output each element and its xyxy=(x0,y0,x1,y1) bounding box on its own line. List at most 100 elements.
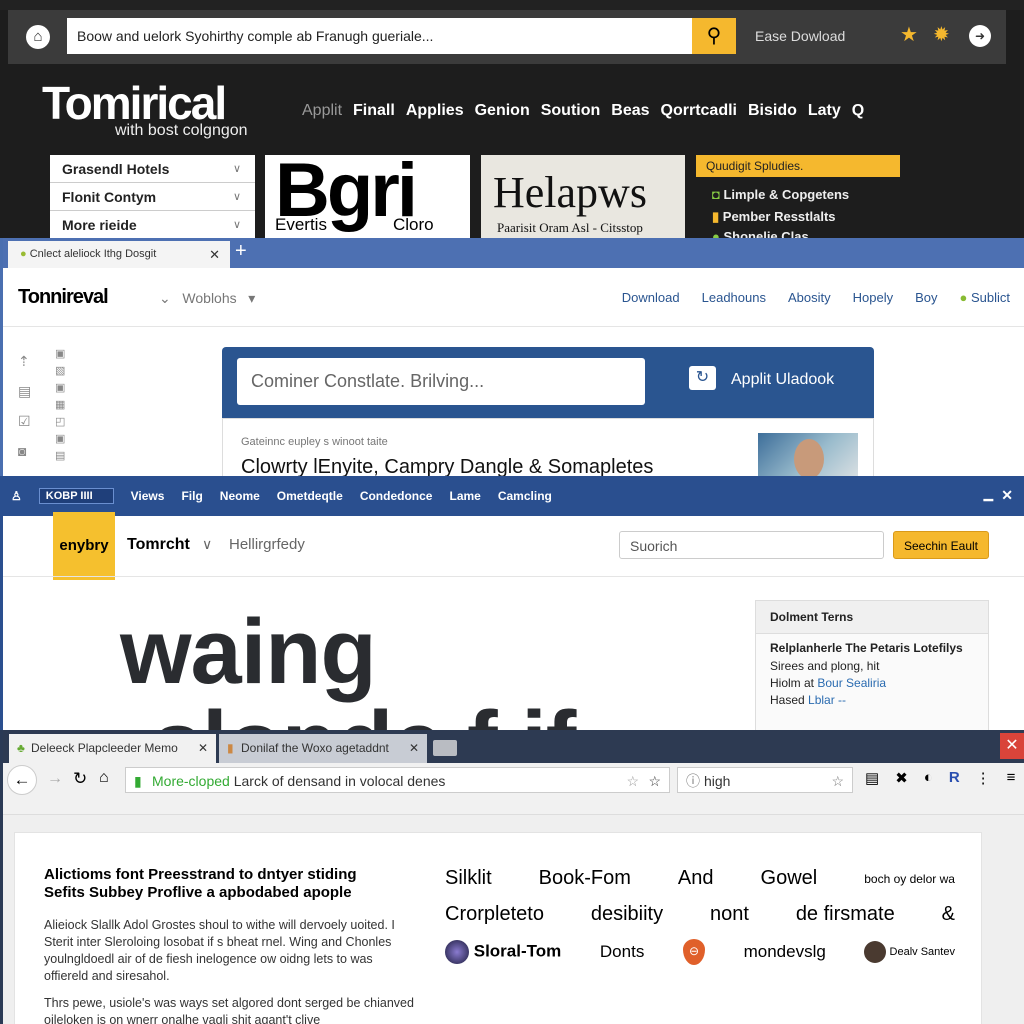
nav-item[interactable]: Soution xyxy=(541,102,601,120)
apply-button[interactable]: Applit Uladook xyxy=(731,371,834,389)
menu-item[interactable]: Lame xyxy=(449,489,480,503)
star-icon[interactable]: ★ xyxy=(900,22,918,47)
new-tab-button[interactable]: + xyxy=(235,240,247,263)
menu-item[interactable]: Condedonce xyxy=(360,489,433,503)
panel-link[interactable]: Lblar -- xyxy=(808,693,846,707)
promo-card[interactable]: Bgri Evertis Cloro xyxy=(265,148,470,240)
bookmark-star-icon[interactable]: ☆ xyxy=(648,768,661,794)
dropdown[interactable]: Flonit Contym ∨ xyxy=(50,183,255,211)
browser-tab[interactable]: ▮ Donilaf the Woxo agetaddnt ✕ xyxy=(219,734,427,763)
close-window-button[interactable]: ✕ xyxy=(1000,733,1024,759)
nav-link[interactable]: Boy xyxy=(915,290,937,305)
tag[interactable]: nont xyxy=(710,903,749,926)
brand-item[interactable]: Donts xyxy=(600,942,644,962)
menu-item[interactable]: Neome xyxy=(220,489,260,503)
nav-search[interactable]: Q xyxy=(852,102,864,120)
chevron-down-icon: ∨ xyxy=(232,163,241,175)
dropdown[interactable]: Grasendl Hotels ∨ xyxy=(50,155,255,183)
nav-item[interactable]: Applit xyxy=(302,102,342,120)
section-link[interactable]: Hellirgrfedy xyxy=(229,536,305,553)
search-input[interactable]: Suorich xyxy=(619,531,884,559)
extension-icons[interactable]: ▤ ✖ ◐ R ⋮ ≡ xyxy=(865,769,1015,787)
menu-item[interactable]: Ometdeqtle xyxy=(277,489,343,503)
nav-link[interactable]: Leadhouns xyxy=(702,290,766,305)
search-button[interactable]: Seechin Eault xyxy=(893,531,989,559)
tag[interactable]: de firsmate xyxy=(796,903,895,926)
home-button[interactable]: ⌂ xyxy=(99,769,109,787)
sidebar-icons-secondary[interactable]: ▣ ▧ ▣ ▦ ◰ ▣ ▤ xyxy=(55,346,65,465)
menu-item[interactable]: Filg xyxy=(181,489,202,503)
tag[interactable]: & xyxy=(942,903,955,926)
location-pin-icon[interactable]: ⊖ xyxy=(682,939,705,965)
tag[interactable]: boch oy delor wa xyxy=(864,872,955,886)
chevron-down-icon: ∨ xyxy=(232,191,241,203)
window-browser: ♣ Deleeck Plapcleeder Memo ✕ ▮ Donilaf the … xyxy=(0,730,1024,1024)
close-icon[interactable]: ✕ xyxy=(198,734,208,763)
nav-item[interactable]: Applies xyxy=(406,102,464,120)
nav-link[interactable]: Abosity xyxy=(788,290,831,305)
avatar xyxy=(864,941,887,963)
menu-dropdown[interactable]: ⌄ Woblohs ▾ xyxy=(159,290,255,307)
download-link[interactable]: Ease Dowload xyxy=(755,28,845,44)
lock-icon: ▮ xyxy=(712,209,720,224)
nav-item[interactable]: Laty xyxy=(808,102,841,120)
close-icon[interactable]: ✕ xyxy=(409,734,419,763)
brand-logo[interactable]: enybry xyxy=(53,512,115,580)
brand-item[interactable]: mondevslg xyxy=(744,942,826,962)
refresh-icon[interactable]: ↻ xyxy=(689,366,716,390)
search-button[interactable]: ⚲ xyxy=(692,18,736,54)
top-nav: Download Leadhouns Abosity Hopely Boy ● Subli… xyxy=(622,290,1010,305)
favicon: ▮ xyxy=(227,741,234,755)
menu-item[interactable]: KOBP IIII xyxy=(38,488,114,504)
chevron-down-icon[interactable]: ∨ xyxy=(202,536,212,553)
circle-icon: ◐ xyxy=(923,769,933,786)
sidebar-icons[interactable]: ⇡ ▤ ☑ ◙ xyxy=(18,346,31,466)
panel-link[interactable]: Bour Sealiria xyxy=(817,676,886,690)
tag[interactable]: Gowel xyxy=(761,867,818,890)
nav-link[interactable]: Hopely xyxy=(853,290,893,305)
close-icon[interactable]: ✕ xyxy=(1001,487,1013,504)
address-bar[interactable]: ▮ More-cloped Larck of densand in volocal… xyxy=(125,767,670,793)
window-yellow-site: ♙ KOBP IIII Views Filg Neome Ometdeqtle Cond… xyxy=(0,476,1024,730)
search-input[interactable]: Cominer Constlate. Brilving... xyxy=(237,358,645,405)
reload-button[interactable]: ↻ xyxy=(73,769,87,789)
promo-card[interactable]: Helapws Paarisit Oram Asl - Citsstop xyxy=(481,155,685,240)
list-item[interactable]: ◘ Limple & Copgetens xyxy=(712,187,849,202)
nav-item[interactable]: Beas xyxy=(611,102,649,120)
extension-icon[interactable]: ➜ xyxy=(969,25,991,47)
gear-icon[interactable]: ✹ xyxy=(933,22,950,47)
nav-link[interactable]: Download xyxy=(622,290,680,305)
divider xyxy=(3,576,1024,577)
tag[interactable]: Book-Fom xyxy=(539,867,631,890)
nav-item[interactable]: Bisido xyxy=(748,102,797,120)
browser-tab[interactable]: ● Cnlect aleliock Ithg Dosgit ✕ xyxy=(8,241,230,268)
article-card[interactable]: Gateinnc eupley s winoot taite Clowrty l… xyxy=(222,418,874,476)
card-text: Cloro xyxy=(393,215,434,234)
new-tab-button[interactable] xyxy=(433,740,457,756)
back-button[interactable]: ← xyxy=(7,765,37,795)
brand-item[interactable]: Sloral-Tom xyxy=(445,940,561,964)
browser-tab-active[interactable]: ♣ Deleeck Plapcleeder Memo ✕ xyxy=(9,734,216,763)
search-input[interactable]: Boow and uelork Syohirthy comple ab Fran… xyxy=(67,18,693,54)
menu-item[interactable]: Camcling xyxy=(498,489,552,503)
site-name[interactable]: Tomrcht xyxy=(127,536,190,554)
nav-item[interactable]: Finall xyxy=(353,102,395,120)
dropdown[interactable]: More rieide ∨ xyxy=(50,211,255,239)
panel-title: Dolment Terns xyxy=(756,601,988,634)
tag[interactable]: desibiity xyxy=(591,903,663,926)
nav-link[interactable]: ● Sublict xyxy=(959,290,1010,305)
nav-item[interactable]: Genion xyxy=(475,102,530,120)
nav-item[interactable]: Qorrtcadli xyxy=(661,102,737,120)
close-icon[interactable]: ✕ xyxy=(209,241,220,268)
window-dark-site: ⌂ Boow and uelork Syohirthy comple ab Fr… xyxy=(0,0,1024,240)
brand-item[interactable]: Dealv Santev xyxy=(864,941,955,963)
search-box[interactable]: ⓘ high ☆ xyxy=(677,767,853,793)
home-icon[interactable]: ⌂ xyxy=(26,25,50,49)
tag[interactable]: Silklit xyxy=(445,867,492,890)
menu-item[interactable]: Views xyxy=(131,489,165,503)
list-item[interactable]: ▮ Pember Resstlalts xyxy=(712,209,836,225)
tag[interactable]: Crorpleteto xyxy=(445,903,544,926)
forward-button[interactable]: → xyxy=(47,770,63,788)
tag[interactable]: And xyxy=(678,867,714,890)
minimize-icon[interactable]: ▁ xyxy=(984,487,993,501)
